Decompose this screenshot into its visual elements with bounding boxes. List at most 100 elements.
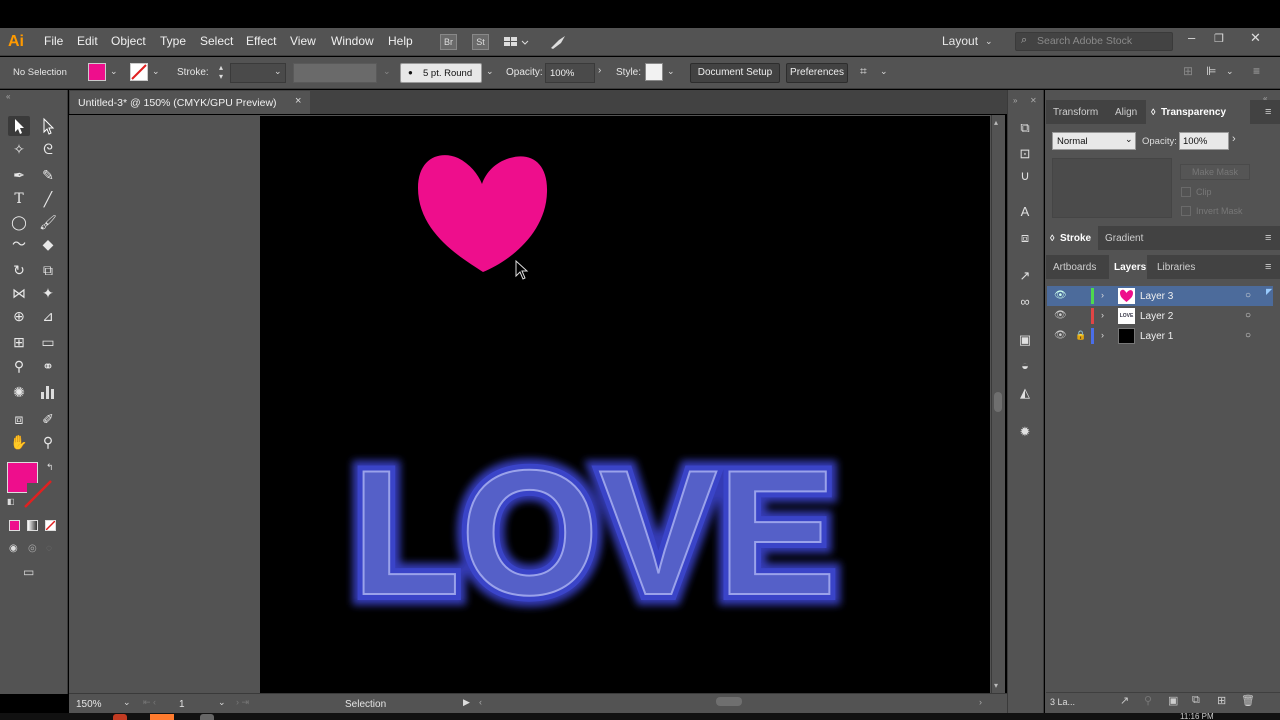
blend-mode-select[interactable]: Normal ⌄ [1052, 132, 1136, 150]
chevron-down-icon[interactable]: ⌄ [1226, 66, 1234, 77]
brush-definition[interactable]: ● 5 pt. Round [400, 63, 482, 83]
gpu-performance-icon[interactable] [549, 33, 567, 51]
menu-select[interactable]: Select [200, 34, 233, 48]
chevron-down-icon[interactable]: ⌄ [152, 66, 160, 77]
taskbar-app-icon[interactable] [200, 714, 214, 720]
libraries-icon[interactable]: ⧉ [1015, 120, 1035, 138]
love-text[interactable]: LOVE [351, 432, 838, 633]
width-tool-icon[interactable]: ⋈ [8, 283, 30, 303]
tab-libraries[interactable]: Libraries [1157, 262, 1195, 273]
last-artboard-icon[interactable]: › ⇥ [236, 697, 249, 708]
menu-type[interactable]: Type [160, 34, 186, 48]
symbol-sprayer-tool-icon[interactable]: ✺ [8, 382, 30, 402]
eyedropper-tool-icon[interactable]: ⚲ [8, 356, 30, 376]
tab-artboards[interactable]: Artboards [1053, 262, 1096, 273]
stroke-swatch[interactable] [130, 63, 148, 81]
scale-tool-icon[interactable]: ⧉ [37, 260, 59, 280]
status-current-tool[interactable]: Selection [345, 699, 386, 710]
properties-icon[interactable]: ⊡ [1015, 146, 1035, 164]
new-sublayer-icon[interactable]: ⧉ [1192, 694, 1200, 707]
paintbrush-tool-icon[interactable]: 🖌 [37, 212, 59, 232]
selection-tool-icon[interactable] [8, 116, 30, 136]
shaper-tool-icon[interactable]: 〜 [8, 234, 30, 254]
taskbar-illustrator-icon[interactable] [150, 714, 174, 720]
artwork[interactable]: LOVE LOVE LOVE [260, 116, 990, 693]
export-icon[interactable]: ↗ [1015, 268, 1035, 286]
make-clipping-mask-icon[interactable]: ▣ [1168, 694, 1178, 707]
chevron-down-icon[interactable]: ⌄ [985, 36, 993, 47]
chevron-right-icon[interactable]: › [598, 65, 601, 76]
fill-swatch[interactable] [88, 63, 106, 81]
locate-object-icon[interactable]: ⚲ [1144, 694, 1152, 707]
arrange-icon[interactable]: ⌗ [860, 64, 867, 79]
draw-behind-icon[interactable]: ◎ [28, 543, 37, 554]
layer-name[interactable]: Layer 2 [1140, 311, 1173, 322]
transparency-opacity-input[interactable]: 100% [1179, 132, 1229, 150]
lock-icon[interactable]: 🔒 [1075, 330, 1086, 341]
symbols-icon[interactable]: ⧈ [1015, 230, 1035, 248]
ellipse-tool-icon[interactable]: ◯ [8, 212, 30, 232]
arrange-documents-icon[interactable] [503, 34, 529, 50]
tab-transform[interactable]: Transform [1053, 107, 1098, 118]
chevron-down-icon[interactable]: ⌄ [880, 66, 888, 77]
target-circle-icon[interactable]: ○ [1245, 330, 1251, 341]
close-icon[interactable]: ✕ [1250, 30, 1261, 46]
chevron-right-icon[interactable]: › [1232, 133, 1236, 145]
heart-shape[interactable] [418, 155, 548, 272]
color-mode-icon[interactable] [9, 520, 20, 531]
stroke-stepper[interactable]: ▴ ▾ [213, 63, 229, 83]
perspective-grid-tool-icon[interactable]: ⊿ [37, 306, 59, 326]
panel-menu-icon[interactable]: ≡ [1253, 64, 1260, 78]
puppet-warp-tool-icon[interactable]: ✦ [37, 283, 59, 303]
collapse-icon[interactable]: « [6, 92, 10, 101]
line-segment-tool-icon[interactable]: ╱ [37, 189, 59, 209]
taskbar-app-icon[interactable] [113, 714, 127, 720]
visibility-eye-icon[interactable]: 👁 [1054, 310, 1067, 321]
delete-layer-icon[interactable]: 🗑 [1241, 694, 1255, 707]
minimize-icon[interactable]: – [1188, 30, 1195, 45]
document-setup-button[interactable]: Document Setup [690, 63, 780, 83]
expand-layer-icon[interactable]: › [1101, 330, 1104, 340]
menu-view[interactable]: View [290, 34, 316, 48]
artboard-tool-icon[interactable]: ⧈ [8, 409, 30, 429]
menu-window[interactable]: Window [331, 34, 374, 48]
default-colors-icon[interactable]: ◧ [7, 497, 15, 506]
horizontal-scroll-thumb[interactable] [716, 697, 742, 706]
graphic-styles-icon[interactable]: ◭ [1015, 385, 1035, 403]
stroke-icon[interactable]: ∪ [1015, 168, 1035, 186]
fill-color-box[interactable] [7, 462, 38, 493]
screen-mode-icon[interactable]: ▭ [23, 565, 34, 579]
visibility-eye-icon[interactable]: 👁 [1054, 290, 1067, 301]
chevron-down-icon[interactable]: ⌄ [110, 66, 118, 77]
lasso-tool-icon[interactable]: ᘓ [37, 139, 59, 159]
eraser-tool-icon[interactable]: ◆ [37, 234, 59, 254]
shape-builder-tool-icon[interactable]: ⊕ [8, 306, 30, 326]
clip-checkbox[interactable] [1181, 187, 1191, 197]
scroll-up-icon[interactable]: ▴ [994, 118, 998, 127]
panel-menu-icon[interactable]: ≡ [1265, 106, 1271, 118]
restore-icon[interactable]: ❐ [1214, 32, 1224, 45]
target-circle-icon[interactable]: ○ [1245, 310, 1251, 321]
chevron-down-icon[interactable]: ⌄ [667, 66, 675, 77]
links-icon[interactable]: ∞ [1015, 294, 1035, 312]
chevron-down-icon[interactable]: ⌄ [486, 66, 494, 77]
variable-width-profile[interactable] [293, 63, 377, 83]
menu-edit[interactable]: Edit [77, 34, 98, 48]
scroll-right-icon[interactable]: › [979, 697, 982, 707]
magic-wand-tool-icon[interactable]: ✧ [8, 139, 30, 159]
chevron-down-icon[interactable]: ⌄ [218, 697, 226, 708]
menu-file[interactable]: File [44, 34, 63, 48]
pen-tool-icon[interactable]: ✒ [8, 165, 30, 185]
color-guide-icon[interactable]: ✹ [1015, 424, 1035, 442]
hand-tool-icon[interactable]: ✋ [8, 432, 30, 452]
blend-tool-icon[interactable]: ⚭ [37, 356, 59, 376]
zoom-tool-icon[interactable]: ⚲ [37, 432, 59, 452]
rotate-tool-icon[interactable]: ↻ [8, 260, 30, 280]
tab-gradient[interactable]: Gradient [1105, 233, 1143, 244]
chevron-down-icon[interactable]: ⌄ [383, 66, 391, 77]
status-menu-icon[interactable]: ▶ [463, 697, 470, 708]
expand-layer-icon[interactable]: › [1101, 310, 1104, 320]
gradient-tool-icon[interactable]: ▭ [37, 332, 59, 352]
menu-object[interactable]: Object [111, 34, 146, 48]
image-trace-icon[interactable]: ▣ [1015, 332, 1035, 350]
